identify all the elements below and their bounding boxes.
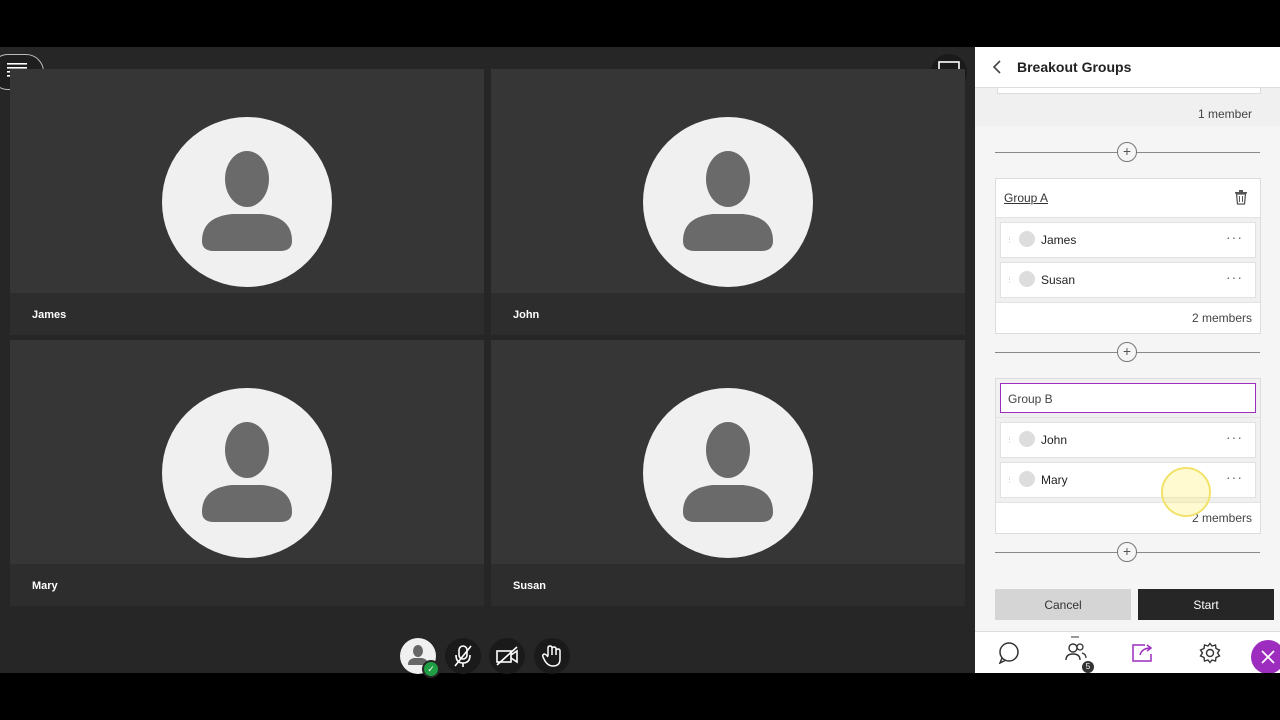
participant-name: John <box>513 309 540 321</box>
attendees-icon <box>1064 643 1087 661</box>
panel-header: Breakout Groups <box>975 47 1280 88</box>
video-stage: James John Mary Susan ✓ <box>0 47 975 678</box>
participant-name: James <box>32 309 67 321</box>
member-name: James <box>1041 233 1077 247</box>
cancel-label: Cancel <box>1044 597 1082 612</box>
drag-handle[interactable]: ⋮ <box>1006 236 1013 244</box>
back-button[interactable] <box>990 59 1006 75</box>
group-member-row[interactable]: ⋮ Susan ··· <box>1000 262 1256 298</box>
tab-settings[interactable] <box>1176 632 1243 673</box>
more-icon[interactable]: ··· <box>1226 229 1243 245</box>
chevron-left-icon <box>992 60 1001 74</box>
tab-chat[interactable] <box>975 632 1042 673</box>
tile-name-bar: Mary <box>10 564 484 606</box>
drag-handle[interactable]: ⋮ <box>1006 476 1013 484</box>
more-icon[interactable]: ··· <box>1226 469 1243 485</box>
add-group-divider: + <box>995 342 1260 362</box>
close-panel-button[interactable] <box>1251 640 1280 673</box>
group-count: 2 members <box>996 302 1260 333</box>
avatar-icon <box>202 422 292 522</box>
user-icon <box>1019 231 1035 247</box>
video-tile-susan[interactable]: Susan <box>491 340 965 606</box>
user-icon <box>1019 271 1035 287</box>
cursor-highlight <box>1161 467 1211 517</box>
unassigned-group-footer: 1 member <box>975 88 1280 126</box>
participant-name: Mary <box>32 580 58 592</box>
group-header: Group B <box>996 379 1260 418</box>
microphone-toggle-button[interactable] <box>445 638 481 674</box>
start-button[interactable]: Start <box>1138 589 1274 620</box>
delete-group-button[interactable] <box>1234 190 1248 210</box>
add-group-button[interactable]: + <box>1117 142 1137 162</box>
hand-raise-icon <box>541 645 561 667</box>
status-check-icon: ✓ <box>422 660 440 678</box>
start-label: Start <box>1193 597 1219 612</box>
panel-tab-bar: 5 <box>975 631 1280 673</box>
attendee-count-badge: 5 <box>1082 661 1094 673</box>
tile-name-bar: James <box>10 293 484 335</box>
group-member-row[interactable]: ⋮ James ··· <box>1000 222 1256 258</box>
plus-icon: + <box>1122 143 1132 159</box>
avatar <box>162 388 332 558</box>
trash-icon <box>1235 190 1247 205</box>
member-name: Mary <box>1041 473 1068 487</box>
tab-share-content[interactable] <box>1109 632 1176 673</box>
avatar <box>643 117 813 287</box>
group-member-row[interactable]: ⋮ Mary ··· <box>1000 462 1256 498</box>
add-group-button[interactable]: + <box>1117 542 1137 562</box>
raise-hand-button[interactable] <box>534 638 570 674</box>
mic-off-icon <box>454 645 472 667</box>
avatar <box>162 117 332 287</box>
group-card-b: Group B ⋮ John ··· ⋮ Mary ··· 2 members <box>995 378 1261 534</box>
gear-icon <box>1198 642 1221 664</box>
group-member-row[interactable]: ⋮ John ··· <box>1000 422 1256 458</box>
my-status-button[interactable]: ✓ <box>400 638 440 678</box>
group-name-link[interactable]: Group A <box>1004 191 1048 205</box>
add-group-divider: + <box>995 142 1260 162</box>
add-group-button[interactable]: + <box>1117 342 1137 362</box>
user-icon <box>1019 471 1035 487</box>
camera-toggle-button[interactable] <box>489 638 525 674</box>
tile-name-bar: John <box>491 293 965 335</box>
avatar-icon <box>683 422 773 522</box>
cancel-button[interactable]: Cancel <box>995 589 1131 620</box>
panel-title: Breakout Groups <box>1017 59 1132 75</box>
share-icon <box>1131 644 1152 662</box>
breakout-groups-panel: Breakout Groups 1 member + Group A ⋮ Jam… <box>975 47 1280 673</box>
close-icon <box>1261 650 1275 664</box>
avatar-icon <box>202 151 292 251</box>
member-name: Susan <box>1041 273 1076 287</box>
more-icon[interactable]: ··· <box>1226 429 1243 445</box>
drag-handle[interactable]: ⋮ <box>1006 436 1013 444</box>
group-name-value: Group B <box>1008 392 1053 406</box>
video-tile-john[interactable]: John <box>491 69 965 335</box>
group-header: Group A <box>996 179 1260 218</box>
tile-name-bar: Susan <box>491 564 965 606</box>
video-tile-james[interactable]: James <box>10 69 484 335</box>
group-card-a: Group A ⋮ James ··· ⋮ Susan ··· 2 member… <box>995 178 1261 334</box>
group-count: 2 members <box>996 502 1260 533</box>
tab-attendees[interactable]: 5 <box>1042 632 1109 673</box>
member-name: John <box>1041 433 1068 447</box>
camera-off-icon <box>496 646 518 666</box>
plus-icon: + <box>1122 543 1132 559</box>
member-count: 2 members <box>1191 311 1252 325</box>
member-count: 1 member <box>1197 107 1252 121</box>
plus-icon: + <box>1122 343 1132 359</box>
drag-handle[interactable]: ⋮ <box>1006 276 1013 284</box>
chat-icon <box>998 642 1019 664</box>
add-group-divider: + <box>995 542 1260 562</box>
video-tile-mary[interactable]: Mary <box>10 340 484 606</box>
group-name-input[interactable]: Group B <box>1000 383 1256 413</box>
more-icon[interactable]: ··· <box>1226 269 1243 285</box>
avatar-icon <box>683 151 773 251</box>
user-icon <box>1019 431 1035 447</box>
avatar <box>643 388 813 558</box>
member-count: 2 members <box>1191 511 1252 525</box>
participant-name: Susan <box>513 580 547 592</box>
